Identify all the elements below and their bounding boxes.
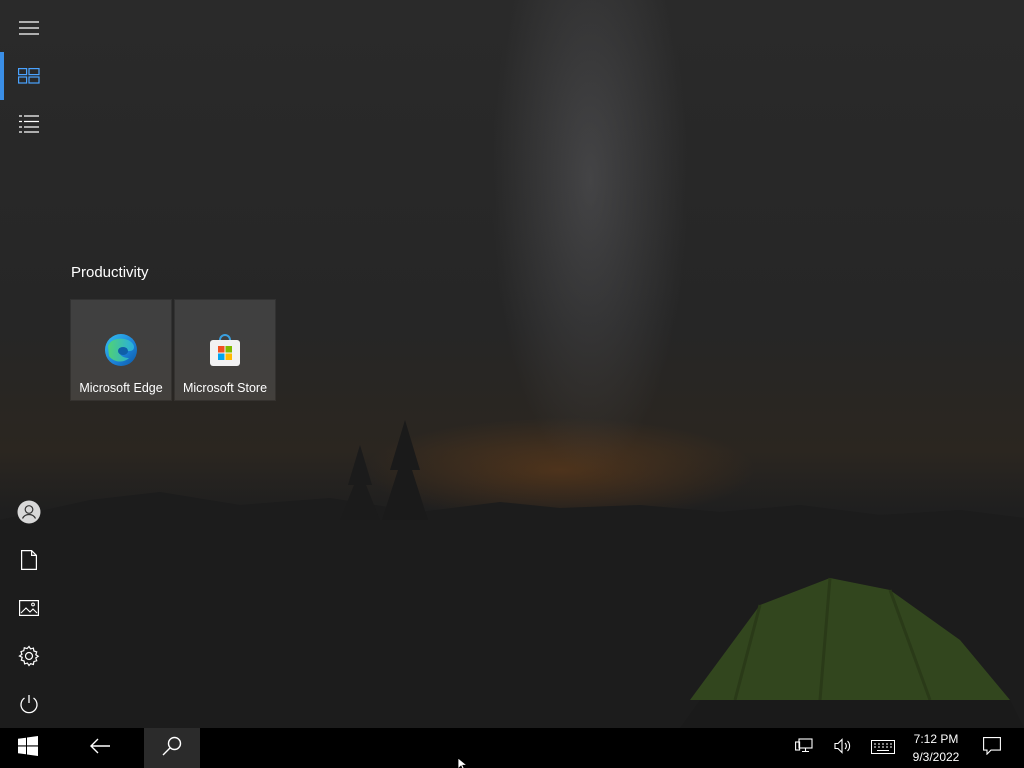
back-button[interactable] [72,728,128,768]
touch-keyboard-button[interactable] [866,728,900,768]
search-button[interactable] [144,728,200,768]
clock[interactable]: 7:12 PM 9/3/2022 [900,728,972,768]
all-apps-button[interactable] [0,100,58,148]
tile-group-title[interactable]: Productivity [71,264,149,281]
action-center-icon [983,737,1001,759]
user-account-button[interactable] [0,488,58,536]
expand-menu-button[interactable] [0,4,58,52]
documents-button[interactable] [0,536,58,584]
power-button[interactable] [0,680,58,728]
microsoft-store-icon [207,332,243,368]
tile-label: Microsoft Edge [79,381,163,395]
mouse-cursor-icon [457,756,469,768]
action-center-button[interactable] [976,728,1008,768]
volume-button[interactable] [827,728,859,768]
search-icon [162,736,182,760]
power-icon [19,694,39,714]
desktop: Productivity Microsoft Edge Microsoft St… [0,0,1024,768]
volume-icon [834,738,852,758]
touch-keyboard-icon [871,739,895,758]
clock-date: 9/3/2022 [912,750,960,764]
pinned-tiles-button[interactable] [0,52,58,100]
microsoft-edge-icon [103,332,139,368]
pictures-icon [19,600,39,616]
settings-button[interactable] [0,632,58,680]
pinned-tiles-icon [18,68,40,84]
start-button[interactable] [0,728,56,768]
documents-icon [21,550,37,570]
microsoft-store-tile[interactable]: Microsoft Store [174,299,276,401]
microsoft-edge-tile[interactable]: Microsoft Edge [70,299,172,401]
network-button[interactable] [788,728,820,768]
hamburger-menu-icon [19,21,39,35]
user-account-icon [17,500,41,524]
windows-start-icon [18,736,38,760]
network-icon [795,738,813,758]
tile-label: Microsoft Store [182,381,268,395]
back-arrow-icon [89,738,111,758]
settings-gear-icon [18,645,40,667]
taskbar: 7:12 PM 9/3/2022 [0,728,1024,768]
pictures-button[interactable] [0,584,58,632]
clock-time: 7:12 PM [913,732,959,746]
start-rail [0,0,58,728]
all-apps-list-icon [19,115,39,133]
